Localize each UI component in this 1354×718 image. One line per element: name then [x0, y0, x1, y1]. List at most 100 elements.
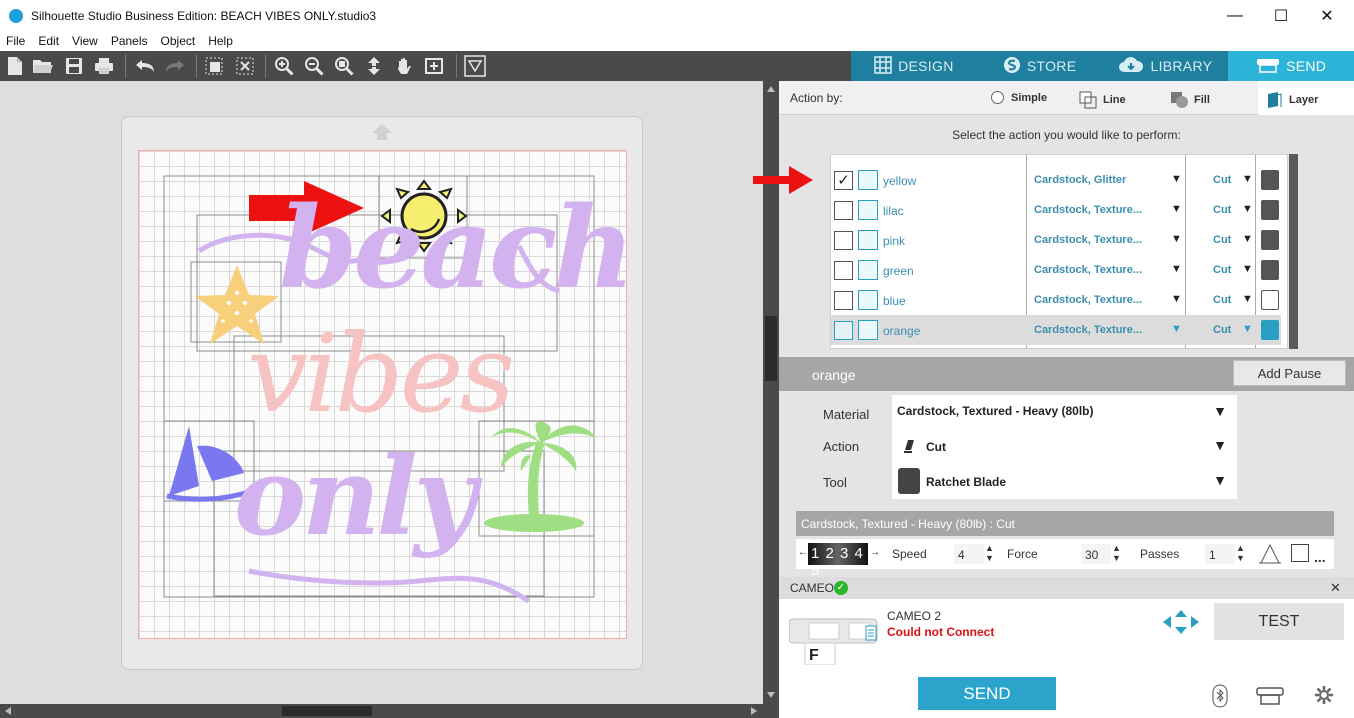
material-dropdown-icon[interactable]: ▼ [1171, 203, 1182, 215]
zoom-out-icon[interactable] [303, 55, 325, 77]
action-dropdown-icon[interactable]: ▼ [1242, 323, 1253, 335]
scroll-left-icon[interactable] [4, 707, 12, 715]
tab-store[interactable]: STORE [976, 51, 1103, 81]
move-down-icon[interactable] [363, 55, 385, 77]
layer-row-yellow[interactable]: ✓ yellow Cardstock, Glitter ▼ Cut ▼ [831, 165, 1281, 195]
menu-edit[interactable]: Edit [38, 34, 59, 48]
redo-icon[interactable] [164, 55, 186, 77]
layer-material[interactable]: Cardstock, Texture... [1034, 294, 1142, 306]
more-options-button[interactable]: ... [1314, 549, 1326, 565]
registration-checkbox[interactable] [1291, 544, 1309, 562]
horizontal-scroll-thumb[interactable] [282, 706, 372, 716]
layer-action[interactable]: Cut [1213, 324, 1231, 336]
action-dropdown-icon[interactable]: ▼ [1242, 233, 1253, 245]
blade-right-arrow-icon[interactable]: → [870, 547, 880, 558]
layer-row-orange[interactable]: orange Cardstock, Texture... ▼ Cut ▼ [831, 315, 1281, 345]
layer-checkbox[interactable] [834, 261, 853, 280]
tab-library[interactable]: LIBRARY [1102, 51, 1229, 81]
layer-material[interactable]: Cardstock, Texture... [1034, 234, 1142, 246]
line-segment-overcut-icon[interactable] [1258, 543, 1282, 565]
blade-tool-icon[interactable] [1261, 230, 1279, 250]
pan-icon[interactable] [393, 55, 415, 77]
pen-tool-icon[interactable] [1261, 290, 1279, 310]
blade-tool-icon[interactable] [1261, 170, 1279, 190]
action-select[interactable]: Cut ▼ [892, 429, 1237, 463]
action-dropdown-icon[interactable]: ▼ [1242, 203, 1253, 215]
passes-input[interactable]: 1 [1205, 544, 1235, 564]
device-tab-label[interactable]: CAMEO [790, 581, 834, 595]
layer-checkbox[interactable] [834, 321, 853, 340]
menu-file[interactable]: File [6, 34, 25, 48]
save-icon[interactable] [63, 55, 85, 77]
action-dropdown-icon[interactable]: ▼ [1242, 293, 1253, 305]
layer-checkbox[interactable] [834, 201, 853, 220]
layer-action[interactable]: Cut [1213, 234, 1231, 246]
layer-material[interactable]: Cardstock, Glitter [1034, 174, 1126, 186]
material-dropdown-icon[interactable]: ▼ [1171, 293, 1182, 305]
layer-row-lilac[interactable]: lilac Cardstock, Texture... ▼ Cut ▼ [831, 195, 1281, 225]
layer-row-green[interactable]: green Cardstock, Texture... ▼ Cut ▼ [831, 255, 1281, 285]
open-folder-icon[interactable] [32, 55, 54, 77]
layer-checkbox[interactable] [834, 291, 853, 310]
fit-to-page-icon[interactable] [423, 55, 445, 77]
blade-tool-icon[interactable] [1261, 260, 1279, 280]
blade-left-arrow-icon[interactable]: ← [798, 547, 808, 558]
minimize-button[interactable]: — [1212, 0, 1258, 31]
layer-material[interactable]: Cardstock, Texture... [1034, 204, 1142, 216]
menu-panels[interactable]: Panels [111, 34, 148, 48]
option-simple[interactable]: Simple [991, 91, 1047, 104]
scroll-right-icon[interactable] [750, 707, 758, 715]
force-stepper[interactable]: ▲ ▼ [1112, 543, 1121, 563]
blade-tool-icon[interactable] [1261, 320, 1279, 340]
action-dropdown-icon[interactable]: ▼ [1242, 173, 1253, 185]
move-cutter-arrows-icon[interactable] [1162, 609, 1200, 635]
speed-input[interactable]: 4 [954, 544, 984, 564]
option-layer[interactable]: Layer [1265, 91, 1318, 109]
layer-material[interactable]: Cardstock, Texture... [1034, 324, 1142, 336]
layer-checkbox[interactable]: ✓ [834, 171, 853, 190]
layer-action[interactable]: Cut [1213, 174, 1231, 186]
menu-help[interactable]: Help [208, 34, 233, 48]
deselect-icon[interactable] [234, 55, 256, 77]
undo-icon[interactable] [134, 55, 156, 77]
menu-view[interactable]: View [72, 34, 98, 48]
scroll-up-icon[interactable] [766, 85, 776, 93]
passes-stepper[interactable]: ▲ ▼ [1236, 543, 1245, 563]
select-all-icon[interactable] [203, 55, 225, 77]
tab-design[interactable]: DESIGN [851, 51, 977, 81]
zoom-select-icon[interactable] [333, 55, 355, 77]
menu-object[interactable]: Object [161, 34, 196, 48]
bluetooth-icon[interactable] [1212, 684, 1228, 708]
vertical-scroll-thumb[interactable] [765, 316, 777, 381]
trace-icon[interactable] [464, 55, 486, 77]
material-select[interactable]: Cardstock, Textured - Heavy (80lb) ▼ [892, 395, 1237, 429]
action-dropdown-icon[interactable]: ▼ [1242, 263, 1253, 275]
design-canvas[interactable]: beach vibes only [0, 81, 763, 704]
tab-send[interactable]: SEND [1228, 51, 1354, 81]
print-icon[interactable] [93, 55, 115, 77]
layer-action[interactable]: Cut [1213, 204, 1231, 216]
new-document-icon[interactable] [4, 55, 26, 77]
layer-action[interactable]: Cut [1213, 264, 1231, 276]
test-button[interactable]: TEST [1214, 603, 1344, 640]
cutter-settings-icon[interactable] [1256, 686, 1284, 706]
material-dropdown-icon[interactable]: ▼ [1171, 233, 1182, 245]
close-device-panel-button[interactable]: ✕ [1330, 580, 1341, 596]
layer-row-pink[interactable]: pink Cardstock, Texture... ▼ Cut ▼ [831, 225, 1281, 255]
layer-row-blue[interactable]: blue Cardstock, Texture... ▼ Cut ▼ [831, 285, 1281, 315]
maximize-button[interactable]: ☐ [1258, 0, 1304, 31]
material-dropdown-icon[interactable]: ▼ [1171, 323, 1182, 335]
material-dropdown-icon[interactable]: ▼ [1171, 263, 1182, 275]
option-fill[interactable]: Fill [1170, 91, 1210, 109]
material-dropdown-icon[interactable]: ▼ [1171, 173, 1182, 185]
layer-checkbox[interactable] [834, 231, 853, 250]
canvas-horizontal-scrollbar[interactable] [0, 704, 779, 718]
option-line[interactable]: Line [1079, 91, 1126, 109]
layer-table-scrollbar[interactable] [1289, 154, 1298, 349]
close-window-button[interactable]: ✕ [1304, 0, 1350, 31]
layer-action[interactable]: Cut [1213, 294, 1231, 306]
send-button[interactable]: SEND [918, 677, 1056, 710]
speed-stepper[interactable]: ▲ ▼ [985, 543, 994, 563]
add-pause-button[interactable]: Add Pause [1233, 360, 1346, 386]
blade-tool-icon[interactable] [1261, 200, 1279, 220]
